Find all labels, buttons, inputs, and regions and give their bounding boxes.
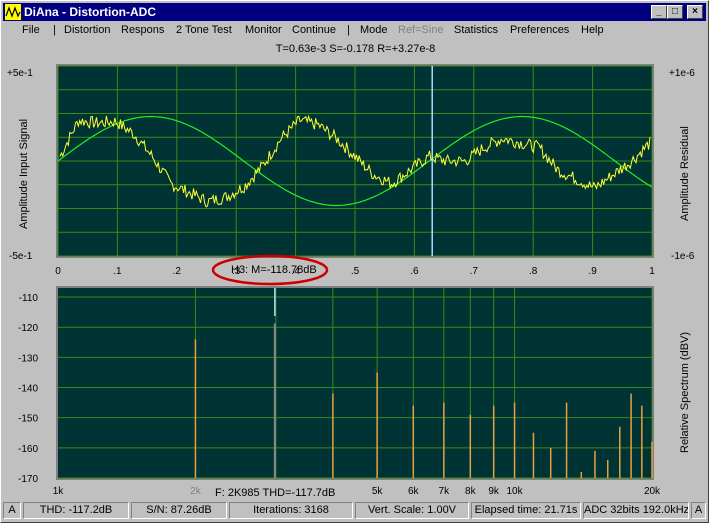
top-x-tick-label: .8: [529, 266, 538, 277]
spectrum-y-tick-label: -160: [18, 444, 38, 455]
menu-bar: File | Distortion Respons 2 Tone Test Mo…: [3, 22, 706, 40]
window-title: DiAna - Distortion-ADC: [24, 5, 156, 19]
status-a-right: A: [691, 502, 706, 519]
top-plot-frame: [56, 64, 654, 258]
freq-readout: F: 2K985 THD=-117.7dB: [215, 487, 336, 499]
menu-ref-sine[interactable]: Ref=Sine: [398, 24, 444, 36]
spectrum-y-tick-label: -140: [18, 384, 38, 395]
menu-statistics[interactable]: Statistics: [454, 24, 498, 36]
minimize-button[interactable]: _: [651, 5, 667, 19]
spectrum-y-tick-label: -150: [18, 414, 38, 425]
spectrum-x-tick-label: 9k: [488, 486, 500, 497]
spectrum-x-tick-label: 5k: [372, 486, 384, 497]
spectrum-x-tick-label: 20k: [644, 486, 661, 497]
status-elapsed: Elapsed time: 21.71s: [471, 502, 581, 519]
top-x-tick-label: .5: [351, 266, 360, 277]
menu-distortion[interactable]: Distortion: [64, 24, 110, 36]
spectrum-x-tick-label: 7k: [439, 486, 451, 497]
status-thd: THD: -117.2dB: [23, 502, 129, 519]
menu-separator: |: [53, 24, 56, 36]
spectrum-x-tick-label: 2k: [190, 486, 202, 497]
menu-2-tone-test[interactable]: 2 Tone Test: [176, 24, 232, 36]
status-a-left: A: [3, 502, 21, 519]
cursor-readout: T=0.63e-3 S=-0.178 R=+3.27e-8: [275, 43, 436, 55]
left-axis-title: Amplitude Input Signal: [18, 118, 30, 229]
top-x-tick-label: .6: [410, 266, 419, 277]
spectrum-y-tick-label: -170: [18, 474, 38, 485]
residual-trace: [59, 114, 651, 208]
top-x-tick-label: .1: [113, 266, 122, 277]
left-top-scale: +5e-1: [7, 68, 33, 79]
status-iterations: Iterations: 3168: [229, 502, 353, 519]
menu-respons[interactable]: Respons: [121, 24, 164, 36]
top-x-tick-label: 0: [55, 266, 61, 277]
right-top-scale: +1e-6: [669, 68, 695, 79]
spectrum-x-tick-label: 6k: [408, 486, 420, 497]
right-bottom-scale: -1e-6: [671, 251, 695, 262]
reference-sine-trace: [57, 115, 653, 207]
top-x-tick-label: .7: [470, 266, 479, 277]
spectrum-x-tick-label: 10k: [506, 486, 523, 497]
spectrum-frame: [56, 286, 654, 480]
menu-help[interactable]: Help: [581, 24, 604, 36]
menu-mode[interactable]: Mode: [360, 24, 388, 36]
spectrum-x-tick-label: 8k: [465, 486, 477, 497]
menu-monitor[interactable]: Monitor: [245, 24, 282, 36]
menu-preferences[interactable]: Preferences: [510, 24, 569, 36]
close-button[interactable]: ×: [687, 5, 703, 19]
main-window: DiAna - Distortion-ADC _ □ × File | Dist…: [0, 0, 709, 523]
top-x-tick-label: .9: [588, 266, 597, 277]
top-plot-background: [58, 66, 652, 256]
status-sn: S/N: 87.26dB: [131, 502, 227, 519]
right-axis-title: Amplitude Residual: [679, 126, 691, 221]
spectrum-y-tick-label: -130: [18, 353, 38, 364]
left-bottom-scale: -5e-1: [9, 251, 33, 262]
spectrum-background: [58, 288, 652, 478]
spectrum-axis-title: Relative Spectrum (dBV): [679, 331, 691, 453]
status-bar: A THD: -117.2dB S/N: 87.26dB Iterations:…: [3, 502, 706, 521]
maximize-button[interactable]: □: [667, 5, 683, 19]
menu-separator: |: [347, 24, 350, 36]
menu-continue[interactable]: Continue: [292, 24, 336, 36]
status-vert-scale: Vert. Scale: 1.00V: [355, 502, 469, 519]
time-domain-plot[interactable]: 0.1.2.3.4.5.6.7.8.9 1-110-120-130-140-150…: [0, 0, 709, 523]
spectrum-y-tick-label: -120: [18, 323, 38, 334]
app-icon: [5, 4, 21, 20]
status-adc: ADC 32bits 192.0kHz: [583, 502, 689, 519]
top-x-tick-label: 1: [649, 266, 655, 277]
spectrum-x-tick-label: 1k: [53, 486, 65, 497]
harmonic-marker-label: H3: M=-118.78dB: [231, 264, 317, 276]
menu-file[interactable]: File: [22, 24, 40, 36]
top-x-tick-label: .2: [173, 266, 182, 277]
spectrum-y-tick-label: -110: [19, 293, 39, 304]
title-bar[interactable]: DiAna - Distortion-ADC _ □ ×: [3, 3, 706, 21]
